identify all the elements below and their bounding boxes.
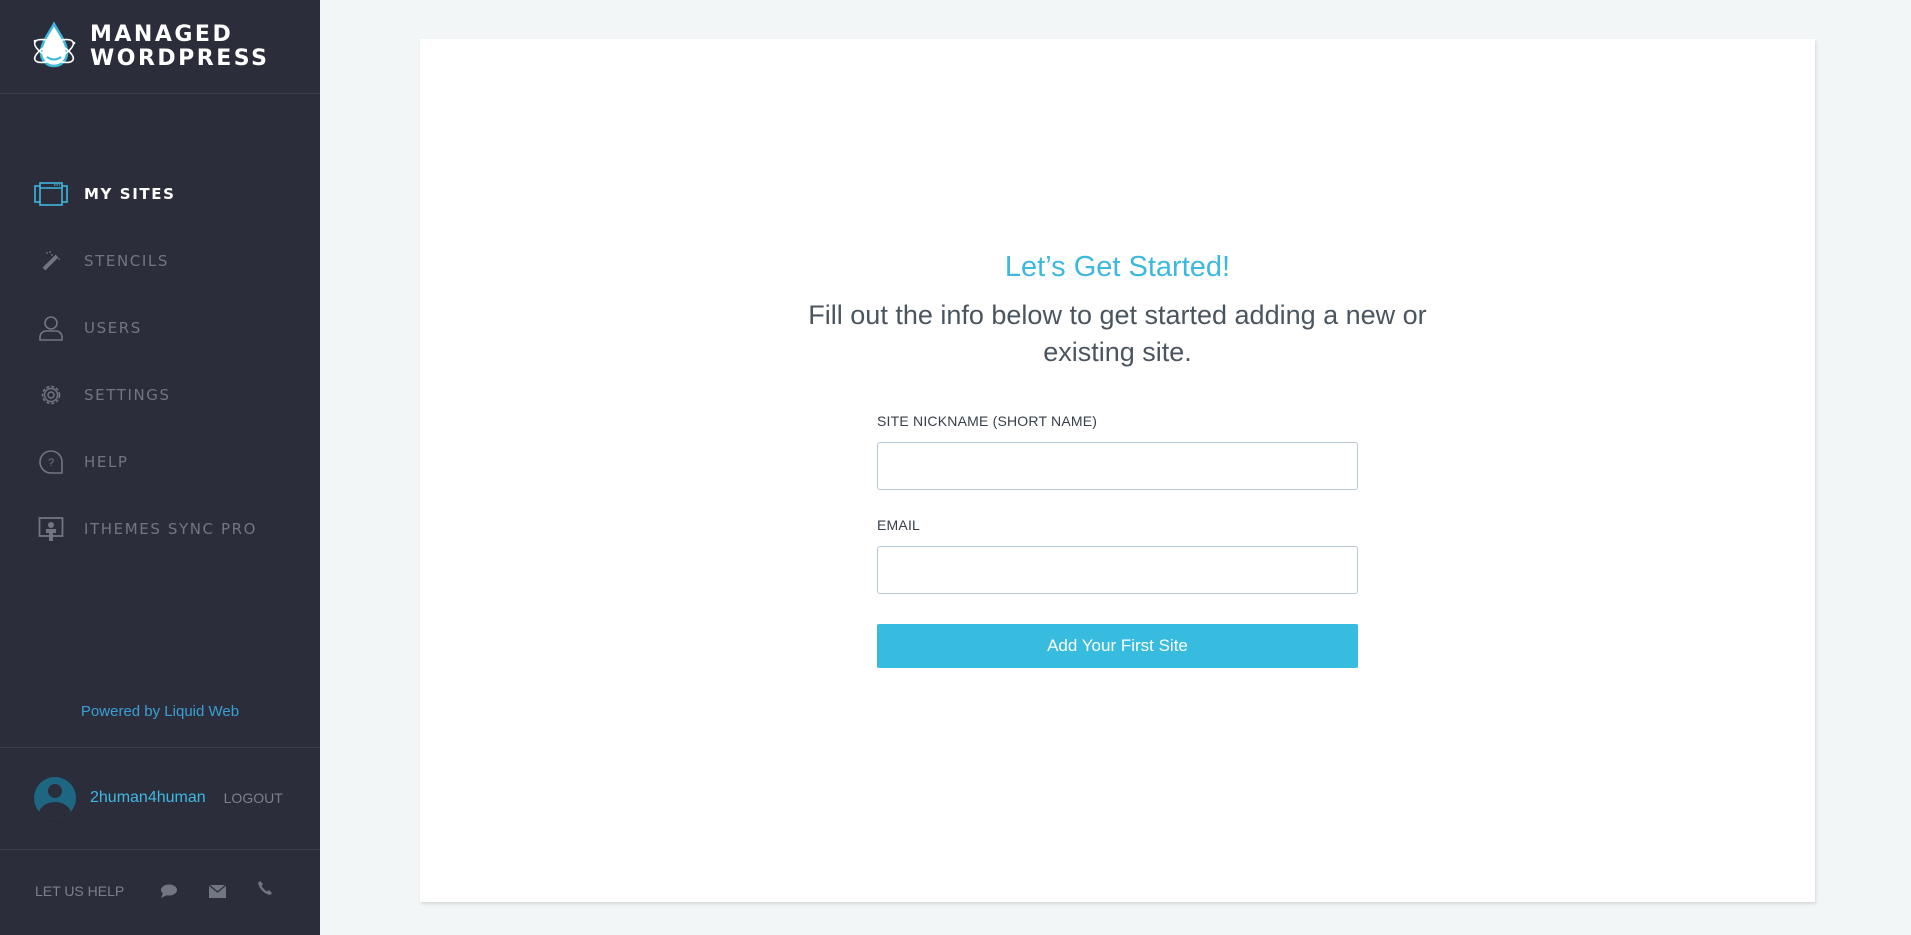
sidebar-item-users[interactable]: USERS xyxy=(0,294,320,361)
page-subtitle: Fill out the info below to get started a… xyxy=(808,300,1427,367)
site-nickname-input[interactable] xyxy=(877,442,1358,490)
brand-line-1: MANAGED xyxy=(90,21,234,47)
add-site-form: SITE NICKNAME (SHORT NAME) EMAIL Add You… xyxy=(877,413,1358,668)
page-title: Let’s Get Started! xyxy=(1004,251,1231,283)
powered-by-link[interactable]: Powered by Liquid Web xyxy=(0,703,320,720)
magic-wand-icon xyxy=(34,246,68,276)
liquid-web-logo-icon xyxy=(33,20,76,67)
add-first-site-button[interactable]: Add Your First Site xyxy=(877,624,1358,668)
logout-button[interactable]: LOGOUT xyxy=(224,790,283,806)
sidebar-item-label: MY SITES xyxy=(84,184,176,203)
brand-line-2: WORDPRESS xyxy=(90,45,270,71)
sidebar-item-help[interactable]: ? HELP xyxy=(0,428,320,495)
email-icon[interactable] xyxy=(208,883,226,899)
email-label: EMAIL xyxy=(877,517,921,533)
let-us-help-label: LET US HELP xyxy=(35,883,125,899)
presenter-icon xyxy=(34,514,68,544)
sidebar-item-settings[interactable]: SETTINGS xyxy=(0,361,320,428)
svg-text:?: ? xyxy=(48,457,54,469)
sidebar-item-my-sites[interactable]: MY SITES xyxy=(0,160,320,227)
sidebar-item-label: SETTINGS xyxy=(84,385,171,404)
sidebar-item-stencils[interactable]: STENCILS xyxy=(0,227,320,294)
user-profile: 2human4human LOGOUT xyxy=(34,777,283,819)
sidebar-item-label: USERS xyxy=(84,318,142,337)
let-us-help: LET US HELP xyxy=(35,880,304,899)
sidebar-item-label: ITHEMES SYNC PRO xyxy=(84,519,258,538)
sidebar-item-ithemes-sync-pro[interactable]: ITHEMES SYNC PRO xyxy=(0,495,320,562)
sidebar-nav: MY SITES STENCILS USERS SETTINGS ? HELP xyxy=(0,160,320,562)
phone-icon[interactable] xyxy=(256,880,274,896)
sidebar-item-label: STENCILS xyxy=(84,251,169,270)
sidebar-item-label: HELP xyxy=(84,452,129,471)
avatar[interactable] xyxy=(34,777,76,819)
email-input[interactable] xyxy=(877,546,1358,594)
gear-icon xyxy=(34,380,68,410)
help-bubble-icon: ? xyxy=(34,447,68,477)
get-started-card: Let’s Get Started! Fill out the info bel… xyxy=(420,39,1815,902)
user-icon xyxy=(34,313,68,343)
divider xyxy=(0,849,320,850)
sites-window-icon xyxy=(34,179,68,209)
divider xyxy=(0,747,320,748)
brand-title: MANAGED WORDPRESS xyxy=(90,21,270,71)
sidebar: MANAGED WORDPRESS MY SITES STENCILS USER… xyxy=(0,0,320,935)
username-link[interactable]: 2human4human xyxy=(90,789,206,807)
brand[interactable]: MANAGED WORDPRESS xyxy=(0,0,320,94)
chat-icon[interactable] xyxy=(160,883,178,899)
site-nickname-label: SITE NICKNAME (SHORT NAME) xyxy=(877,413,1098,429)
